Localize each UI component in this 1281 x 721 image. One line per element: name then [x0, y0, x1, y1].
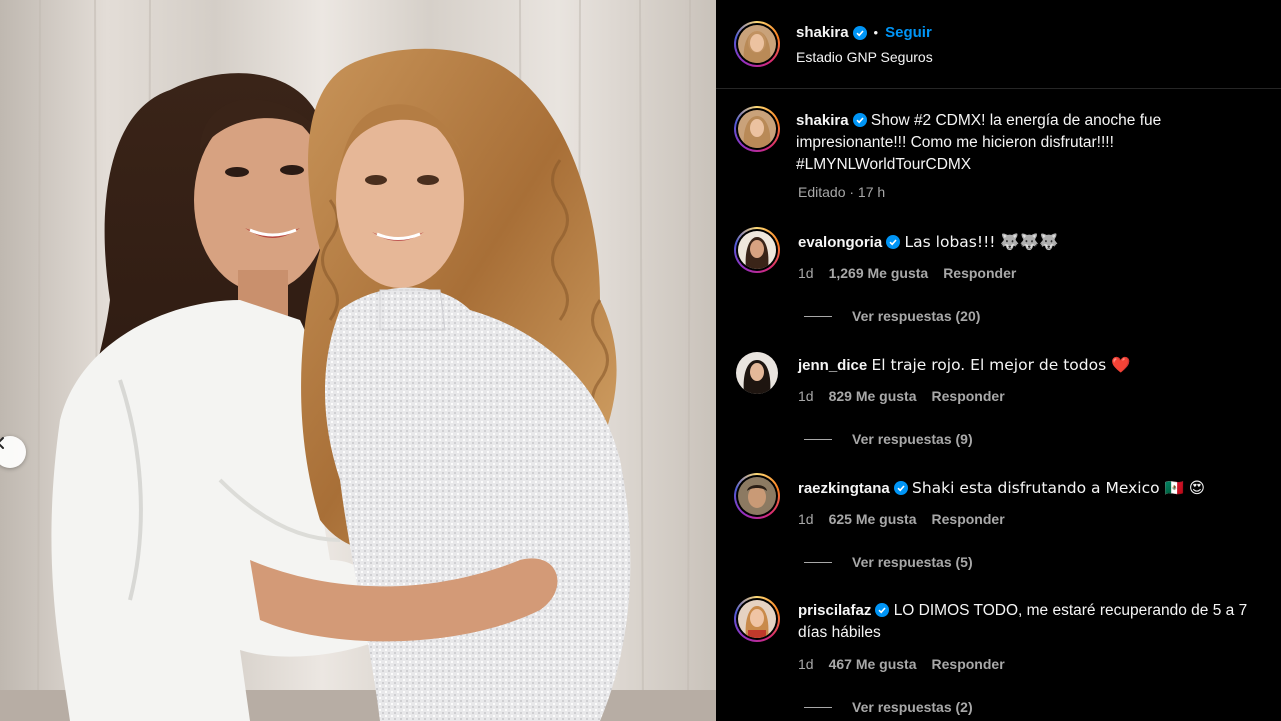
- avatar-image: [738, 600, 776, 638]
- view-replies-button[interactable]: Ver respuestas (2): [804, 699, 973, 715]
- view-replies-button[interactable]: Ver respuestas (5): [804, 554, 973, 570]
- post-photo-illustration: [0, 0, 716, 721]
- replies-divider: [804, 438, 832, 440]
- comment-time: 1d: [798, 265, 814, 281]
- view-replies-label: Ver respuestas (5): [852, 554, 973, 570]
- comment-priscilafaz: priscilafaz LO DIMOS TODO, me estaré rec…: [798, 600, 1256, 644]
- comment-username[interactable]: evalongoria: [798, 234, 882, 251]
- view-replies-button[interactable]: Ver respuestas (20): [804, 308, 980, 324]
- caption-avatar[interactable]: [734, 106, 780, 152]
- comment-time: 1d: [798, 511, 814, 527]
- comment-likes[interactable]: 1,269 Me gusta: [829, 265, 929, 281]
- reply-button[interactable]: Responder: [932, 511, 1005, 527]
- comment-jenn_dice: jenn_dice El traje rojo. El mejor de tod…: [798, 354, 1256, 377]
- reply-button[interactable]: Responder: [932, 656, 1005, 672]
- caption-text: Show #2 CDMX! la energía de anoche fue i…: [796, 112, 1162, 151]
- view-replies-label: Ver respuestas (9): [852, 431, 973, 447]
- avatar-image: [738, 477, 776, 515]
- avatar-image: [738, 25, 776, 63]
- comment-time: 1d: [798, 656, 814, 672]
- verified-badge-icon: [886, 235, 901, 249]
- post-caption: shakira Show #2 CDMX! la energía de anoc…: [796, 110, 1256, 176]
- chevron-left-icon: [0, 437, 4, 449]
- comment-text: El traje rojo. El mejor de todos ❤️: [871, 356, 1131, 374]
- comment-meta: 1d 625 Me gusta Responder: [798, 511, 1005, 527]
- reply-button[interactable]: Responder: [932, 388, 1005, 404]
- comment-username[interactable]: raezkingtana: [798, 480, 890, 497]
- comment-avatar-raezkingtana[interactable]: [734, 473, 780, 519]
- comment-likes[interactable]: 467 Me gusta: [829, 656, 917, 672]
- author-avatar[interactable]: [734, 21, 780, 67]
- avatar-image: [736, 352, 778, 394]
- comment-meta: 1d 467 Me gusta Responder: [798, 656, 1005, 672]
- comment-meta: 1d 1,269 Me gusta Responder: [798, 265, 1016, 281]
- replies-divider: [804, 706, 832, 708]
- comment-avatar-priscilafaz[interactable]: [734, 596, 780, 642]
- comment-text: Las lobas!!! 🐺🐺🐺: [904, 233, 1059, 251]
- replies-divider: [804, 561, 832, 563]
- follow-button[interactable]: Seguir: [885, 24, 932, 41]
- verified-badge-icon: [852, 113, 867, 127]
- post-photo: [0, 0, 716, 721]
- replies-divider: [804, 315, 832, 317]
- view-replies-label: Ver respuestas (2): [852, 699, 973, 715]
- comment-username[interactable]: jenn_dice: [798, 357, 867, 374]
- comment-text: Shaki esta disfrutando a Mexico 🇲🇽 😍: [912, 479, 1205, 497]
- post-location[interactable]: Estadio GNP Seguros: [796, 49, 933, 65]
- header-username[interactable]: shakira: [796, 24, 849, 41]
- comment-likes[interactable]: 829 Me gusta: [829, 388, 917, 404]
- comment-avatar-jenn_dice[interactable]: [736, 352, 778, 394]
- caption-meta: Editado · 17 h: [798, 184, 886, 200]
- view-replies-label: Ver respuestas (20): [852, 308, 981, 324]
- verified-badge-icon: [893, 481, 908, 495]
- separator-dot: •: [873, 25, 879, 40]
- verified-badge-icon: [875, 603, 890, 617]
- view-replies-button[interactable]: Ver respuestas (9): [804, 431, 973, 447]
- post-side-panel: shakira • Seguir Estadio GNP Seguros sha…: [716, 0, 1281, 721]
- header-name-row: shakira • Seguir: [796, 24, 932, 41]
- caption-username[interactable]: shakira: [796, 112, 849, 129]
- reply-button[interactable]: Responder: [943, 265, 1016, 281]
- comment-likes[interactable]: 625 Me gusta: [829, 511, 917, 527]
- comment-time: 1d: [798, 388, 814, 404]
- comment-username[interactable]: priscilafaz: [798, 602, 871, 619]
- avatar-image: [738, 110, 776, 148]
- post-header: shakira • Seguir Estadio GNP Seguros: [716, 0, 1281, 89]
- comment-avatar-evalongoria[interactable]: [734, 227, 780, 273]
- verified-badge-icon: [852, 25, 867, 40]
- comment-meta: 1d 829 Me gusta Responder: [798, 388, 1005, 404]
- avatar-image: [738, 231, 776, 269]
- comment-raezkingtana: raezkingtana Shaki esta disfrutando a Me…: [798, 477, 1256, 500]
- caption-hashtag[interactable]: #LMYNLWorldTourCDMX: [796, 156, 971, 173]
- comment-evalongoria: evalongoria Las lobas!!! 🐺🐺🐺: [798, 231, 1256, 254]
